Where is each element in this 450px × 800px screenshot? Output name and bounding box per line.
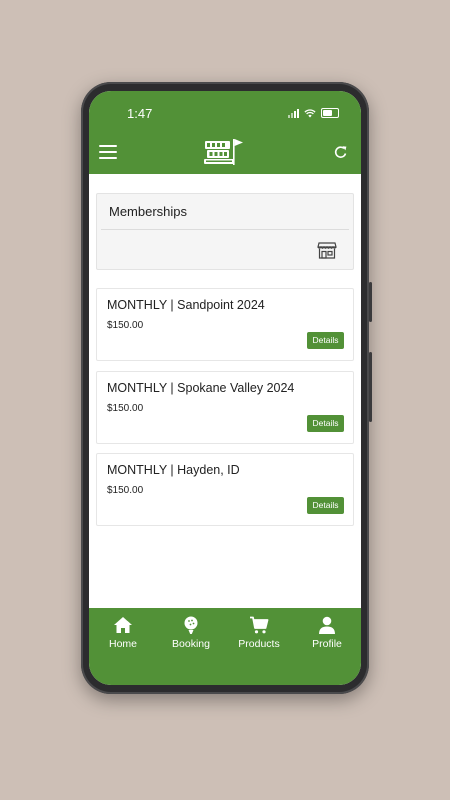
phone-frame: 1:47 Memberships MONTHLY | Sandpoint 202… (81, 82, 372, 694)
membership-item-card: MONTHLY | Sandpoint 2024 $150.00 Details (96, 288, 354, 361)
bottom-tab-bar: Home Booking Products Profile (89, 608, 361, 685)
battery-icon (321, 108, 339, 118)
tab-booking[interactable]: Booking (157, 608, 225, 685)
details-button[interactable]: Details (307, 415, 344, 432)
cart-icon (250, 616, 269, 634)
membership-price: $150.00 (107, 403, 144, 414)
tab-label: Home (108, 638, 137, 650)
memberships-title: Memberships (109, 204, 188, 219)
tab-label: Booking (172, 638, 210, 650)
storefront-icon[interactable] (317, 240, 337, 260)
bogey-room-logo (204, 139, 243, 165)
status-icons (288, 108, 339, 118)
tab-home[interactable]: Home (89, 608, 157, 685)
app-header: 1:47 (89, 91, 361, 174)
status-time: 1:47 (127, 106, 153, 121)
membership-item-card: MONTHLY | Hayden, ID $150.00 Details (96, 453, 354, 526)
details-button[interactable]: Details (307, 332, 344, 349)
person-icon (319, 616, 335, 634)
divider (101, 229, 349, 230)
refresh-icon[interactable] (333, 144, 349, 160)
tab-profile[interactable]: Profile (293, 608, 361, 685)
details-button[interactable]: Details (307, 497, 344, 514)
membership-title: MONTHLY | Sandpoint 2024 (107, 298, 265, 312)
content-area: Memberships MONTHLY | Sandpoint 2024 $15… (89, 174, 361, 608)
membership-item-card: MONTHLY | Spokane Valley 2024 $150.00 De… (96, 371, 354, 444)
side-button-power (369, 282, 372, 322)
membership-price: $150.00 (107, 485, 144, 496)
home-icon (114, 617, 132, 633)
hamburger-menu-icon[interactable] (99, 145, 117, 159)
membership-title: MONTHLY | Hayden, ID (107, 463, 240, 477)
membership-title: MONTHLY | Spokane Valley 2024 (107, 381, 295, 395)
signal-icon (288, 108, 299, 118)
wifi-icon (304, 108, 316, 117)
tab-products[interactable]: Products (225, 608, 293, 685)
golf-ball-icon (184, 616, 198, 634)
app-screen: 1:47 Memberships MONTHLY | Sandpoint 202… (89, 91, 361, 685)
side-button-volume (369, 352, 372, 422)
membership-price: $150.00 (107, 320, 144, 331)
tab-label: Profile (312, 638, 342, 650)
tab-label: Products (238, 638, 280, 650)
memberships-header-card: Memberships (96, 193, 354, 270)
